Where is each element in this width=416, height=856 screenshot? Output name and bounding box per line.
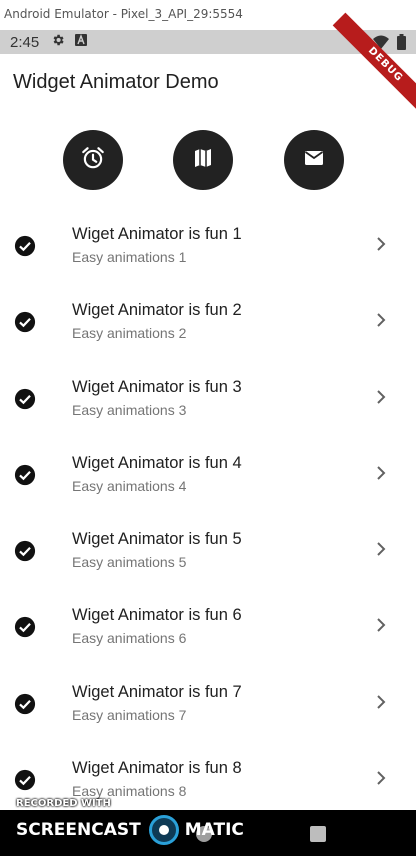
- screencast-logo-icon: [148, 815, 179, 845]
- item-list: Wiget Animator is fun 1 Easy animations …: [0, 206, 416, 816]
- check-circle-icon: [14, 311, 36, 333]
- chevron-right-icon: [374, 693, 388, 711]
- chevron-right-icon: [374, 235, 388, 253]
- list-item-subtitle: Easy animations 3: [72, 401, 187, 418]
- list-item-subtitle: Easy animations 2: [72, 325, 187, 342]
- list-item[interactable]: Wiget Animator is fun 1 Easy animations …: [0, 206, 416, 282]
- check-circle-icon: [14, 235, 36, 257]
- list-item[interactable]: Wiget Animator is fun 4 Easy animations …: [0, 435, 416, 511]
- chevron-right-icon: [374, 769, 388, 787]
- list-item-title: Wiget Animator is fun 1: [72, 225, 242, 243]
- chevron-right-icon: [374, 388, 388, 406]
- page-title: Widget Animator Demo: [13, 71, 219, 93]
- list-item-subtitle: Easy animations 4: [72, 477, 187, 494]
- a-icon: [75, 33, 88, 51]
- chevron-right-icon: [374, 311, 388, 329]
- screencast-brand-right: MATIC: [184, 820, 244, 840]
- list-item-title: Wiget Animator is fun 2: [72, 301, 242, 320]
- map-icon: [191, 146, 215, 175]
- email-icon: [302, 146, 326, 175]
- list-item-title: Wiget Animator is fun 4: [72, 453, 242, 472]
- list-item-subtitle: Easy animations 6: [72, 630, 187, 647]
- list-item-subtitle: Easy animations 7: [72, 706, 187, 723]
- list-item-subtitle: Easy animations 5: [72, 554, 187, 571]
- email-button[interactable]: [284, 130, 344, 190]
- list-item[interactable]: Wiget Animator is fun 5 Easy animations …: [0, 511, 416, 587]
- check-circle-icon: [14, 769, 36, 791]
- battery-icon: [397, 34, 406, 55]
- status-time: 2:45: [10, 33, 40, 51]
- chevron-right-icon: [374, 540, 388, 558]
- check-circle-icon: [14, 464, 36, 486]
- chevron-right-icon: [374, 464, 388, 482]
- alarm-icon: [80, 145, 106, 176]
- chevron-right-icon: [374, 616, 388, 634]
- check-circle-icon: [14, 540, 36, 562]
- list-item-title: Wiget Animator is fun 7: [72, 682, 242, 701]
- list-item-subtitle: Easy animations 1: [72, 249, 187, 265]
- list-item[interactable]: Wiget Animator is fun 2 Easy animations …: [0, 282, 416, 358]
- gear-icon: [51, 33, 65, 52]
- screencast-watermark: SCREENCAST MATIC: [16, 815, 244, 845]
- map-button[interactable]: [173, 130, 233, 190]
- check-circle-icon: [14, 616, 36, 638]
- list-item[interactable]: Wiget Animator is fun 3 Easy animations …: [0, 359, 416, 435]
- list-item[interactable]: Wiget Animator is fun 6 Easy animations …: [0, 587, 416, 663]
- check-circle-icon: [14, 693, 36, 715]
- screencast-brand-left: SCREENCAST: [16, 820, 141, 840]
- list-item-title: Wiget Animator is fun 6: [72, 606, 242, 625]
- list-item[interactable]: Wiget Animator is fun 7 Easy animations …: [0, 664, 416, 740]
- list-item-subtitle: Easy animations 8: [72, 783, 187, 800]
- list-item-title: Wiget Animator is fun 3: [72, 377, 242, 396]
- list-item-title: Wiget Animator is fun 8: [72, 759, 242, 778]
- recorded-with-label: RECORDED WITH: [16, 798, 111, 809]
- alarm-button[interactable]: [63, 130, 123, 190]
- check-circle-icon: [14, 388, 36, 410]
- list-item-title: Wiget Animator is fun 5: [72, 530, 242, 549]
- recents-button[interactable]: [310, 826, 326, 842]
